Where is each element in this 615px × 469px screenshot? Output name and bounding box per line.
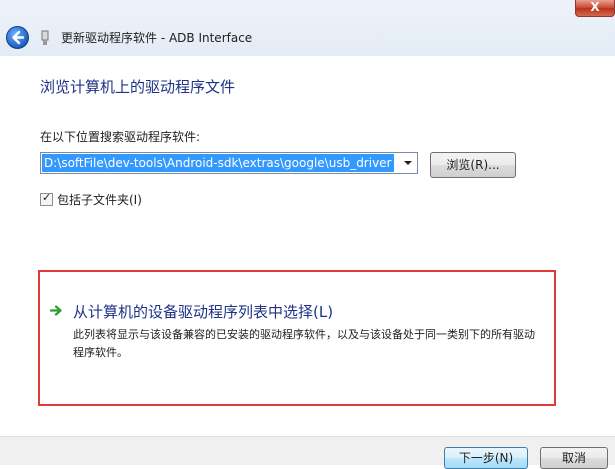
usb-device-icon	[41, 30, 49, 45]
green-arrow-icon	[50, 305, 62, 316]
include-subfolders-row[interactable]: 包括子文件夹(I)	[40, 191, 142, 208]
cancel-button[interactable]: 取消	[540, 447, 608, 469]
page-heading: 浏览计算机上的驱动程序文件	[40, 78, 236, 96]
back-arrow-icon	[12, 30, 25, 45]
wizard-footer: 下一步(N) 取消	[0, 436, 615, 469]
include-subfolders-label[interactable]: 包括子文件夹(I)	[57, 193, 142, 207]
search-location-label: 在以下位置搜索驱动程序软件:	[40, 130, 201, 144]
driver-path-combobox[interactable]: D:\softFile\dev-tools\Android-sdk\extras…	[40, 152, 418, 174]
wizard-content: 浏览计算机上的驱动程序文件 在以下位置搜索驱动程序软件: D:\softFile…	[0, 56, 615, 436]
dropdown-arrow-icon[interactable]	[399, 153, 417, 173]
pick-from-list-description: 此列表将显示与该设备兼容的已安装的驱动程序软件，以及与该设备处于同一类别下的所有…	[73, 328, 535, 359]
include-subfolders-checkbox[interactable]	[40, 191, 53, 206]
browse-button[interactable]: 浏览(R)...	[430, 152, 516, 178]
window-title: 更新驱动程序软件 - ADB Interface	[61, 31, 253, 45]
driver-path-input[interactable]: D:\softFile\dev-tools\Android-sdk\extras…	[42, 154, 394, 172]
close-button[interactable]: X	[575, 0, 615, 17]
pick-from-list-link[interactable]: 从计算机的设备驱动程序列表中选择(L)	[73, 301, 333, 322]
close-icon: X	[590, 0, 600, 14]
next-button[interactable]: 下一步(N)	[444, 447, 528, 469]
title-bar: X 更新驱动程序软件 - ADB Interface	[0, 0, 615, 56]
back-button[interactable]	[6, 26, 29, 49]
